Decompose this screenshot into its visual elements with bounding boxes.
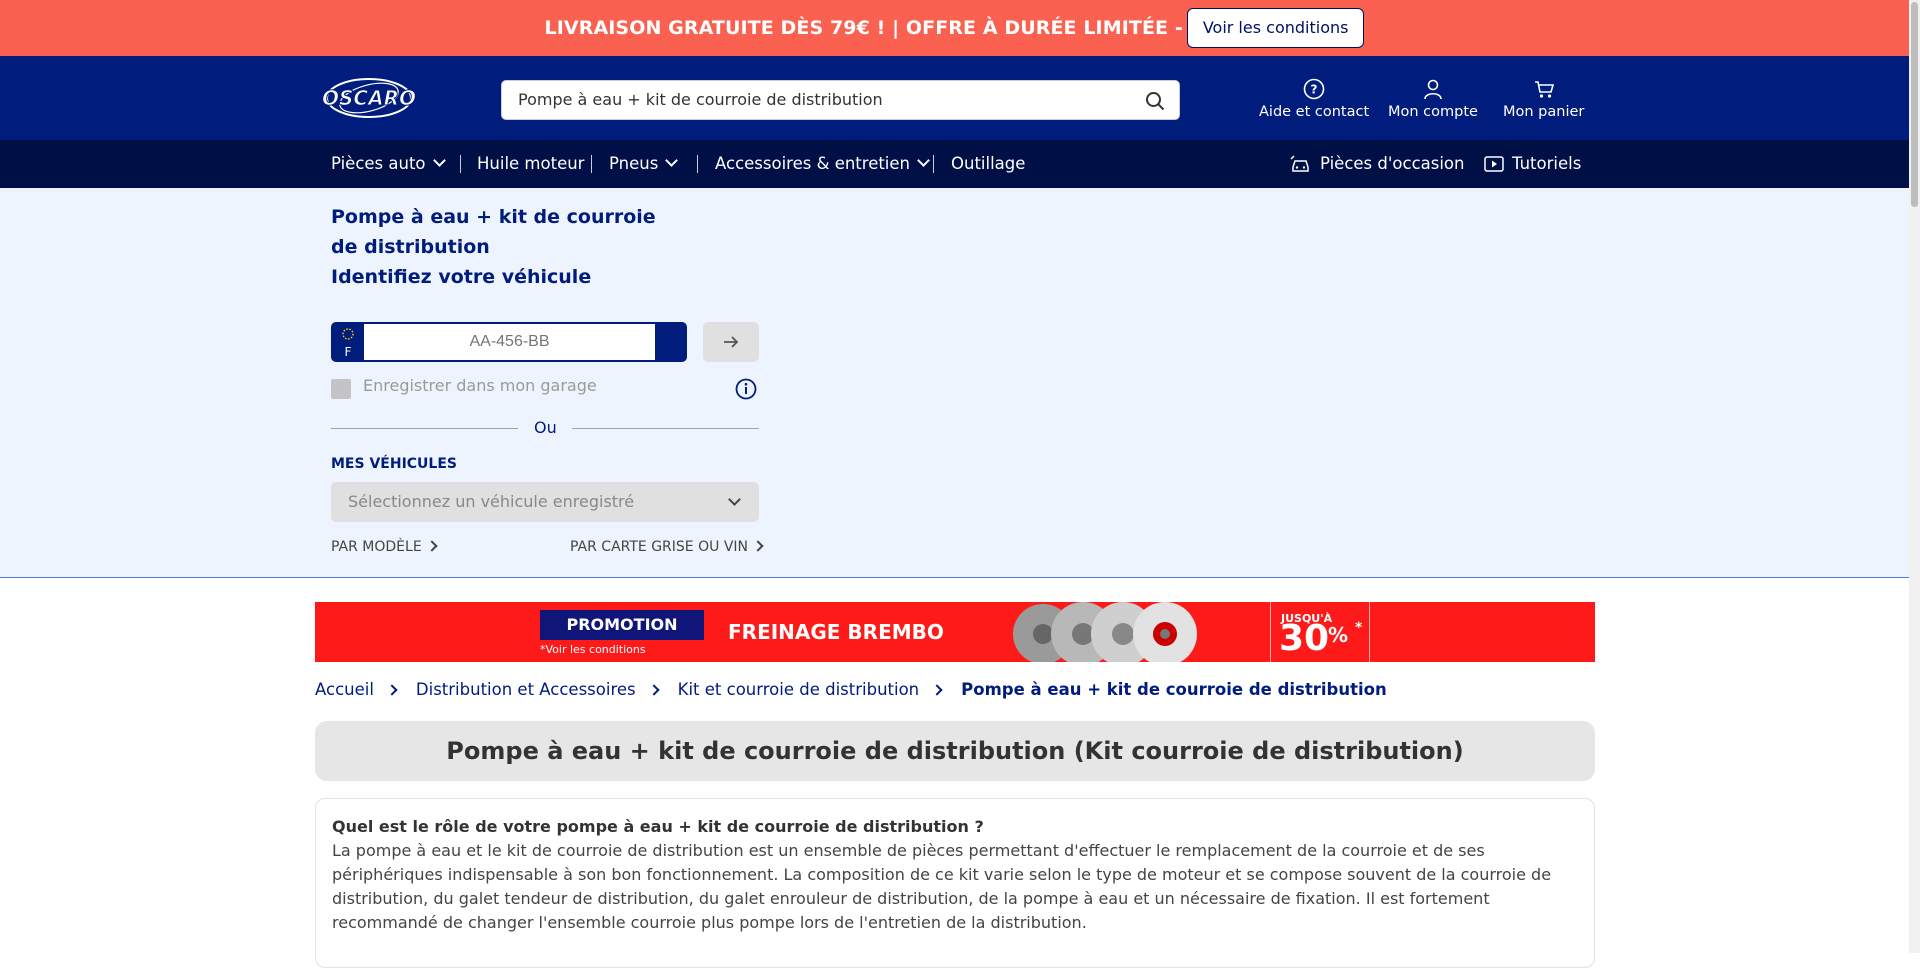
user-icon <box>1424 79 1442 100</box>
chevron-down-icon <box>917 154 930 167</box>
nav-divider <box>460 155 461 173</box>
my-vehicles-label: MES VÉHICULES <box>331 456 457 472</box>
divider-line <box>331 428 518 429</box>
help-circle-icon: ? <box>1303 78 1325 100</box>
car-icon <box>1290 154 1309 172</box>
brake-discs-image <box>1013 602 1197 662</box>
nav-item-pieces-auto[interactable]: Pièces auto <box>331 140 446 188</box>
brembo-promo-banner[interactable]: PROMOTION *Voir les conditions FREINAGE … <box>315 602 1595 662</box>
scrollbar-thumb[interactable] <box>1911 2 1918 207</box>
chevron-down-icon <box>728 493 741 506</box>
search-icon[interactable] <box>1145 91 1165 111</box>
breadcrumb-link[interactable]: Distribution et Accessoires <box>416 680 636 699</box>
chevron-right-icon <box>386 683 398 696</box>
eu-stars-icon <box>342 328 354 340</box>
search-input[interactable] <box>518 81 1138 119</box>
nav-item-label: Outillage <box>951 154 1026 173</box>
see-conditions-button[interactable]: Voir les conditions <box>1186 8 1365 48</box>
search-box[interactable] <box>501 80 1180 120</box>
my-account-link[interactable]: Mon compte <box>1388 78 1478 120</box>
percent-sign: % <box>1328 623 1349 647</box>
plate-input[interactable] <box>364 324 655 360</box>
cart-icon <box>1534 81 1554 98</box>
vehicle-title-line: de distribution <box>331 236 490 258</box>
chevron-down-icon <box>665 154 679 167</box>
nav-item-pneus[interactable]: Pneus <box>609 140 679 188</box>
description-question: Quel est le rôle de votre pompe à eau + … <box>332 817 984 836</box>
discount-star: * <box>1355 620 1363 636</box>
description-answer: La pompe à eau et le kit de courroie de … <box>332 841 1552 932</box>
nav-item-label: Huile moteur <box>477 154 585 173</box>
or-label: Ou <box>534 418 557 437</box>
by-registration-label: PAR CARTE GRISE OU VIN <box>570 539 748 555</box>
my-cart-label: Mon panier <box>1503 104 1585 120</box>
by-model-link[interactable]: PAR MODÈLE <box>331 539 438 555</box>
nav-item-label: Pièces d'occasion <box>1320 154 1465 173</box>
vehicle-title-line: Pompe à eau + kit de courroie <box>331 206 656 228</box>
vehicle-section-title: Pompe à eau + kit de courroie de distrib… <box>331 202 661 292</box>
my-cart-link[interactable]: Mon panier <box>1503 78 1584 120</box>
promotion-badge: PROMOTION <box>540 610 704 640</box>
chevron-right-icon <box>647 683 660 696</box>
info-icon[interactable] <box>735 378 757 400</box>
by-registration-link[interactable]: PAR CARTE GRISE OU VIN <box>570 539 764 555</box>
nav-item-label: Tutoriels <box>1512 154 1582 173</box>
vehicle-title-line: Identifiez votre véhicule <box>331 266 592 288</box>
my-account-label: Mon compte <box>1388 104 1478 120</box>
banner-conditions-note: *Voir les conditions <box>540 643 646 656</box>
discount-box: JUSQU'À 30 % * <box>1270 602 1370 662</box>
chevron-down-icon <box>432 154 446 167</box>
description-box: Quel est le rôle de votre pompe à eau + … <box>315 798 1595 968</box>
promo-bar: LIVRAISON GRATUITE DÈS 79€ ! | OFFRE À D… <box>0 0 1909 56</box>
banner-title: FREINAGE BREMBO <box>728 620 944 644</box>
nav-item-outillage[interactable]: Outillage <box>951 140 1025 188</box>
save-garage-checkbox[interactable] <box>331 379 351 399</box>
discount-percent: 30 <box>1279 618 1330 659</box>
by-model-label: PAR MODÈLE <box>331 539 422 555</box>
page-scrollbar[interactable] <box>1909 0 1920 953</box>
oscaro-logo[interactable]: OSCARO <box>322 75 416 121</box>
nav-item-label: Pièces auto <box>331 154 426 173</box>
arrow-right-icon <box>724 336 739 348</box>
svg-text:?: ? <box>1311 83 1318 97</box>
eu-plate-badge: F <box>333 324 363 360</box>
help-contact-label: Aide et contact <box>1259 104 1370 120</box>
divider-line <box>572 428 759 429</box>
breadcrumb-link[interactable]: Accueil <box>315 680 374 699</box>
site-header: OSCARO ? Aide et contact Mon compte Mon … <box>0 56 1909 140</box>
plate-submit-button[interactable] <box>703 322 759 362</box>
plate-country: F <box>344 345 352 359</box>
save-garage-label: Enregistrer dans mon garage <box>363 376 597 395</box>
license-plate-field[interactable]: F <box>331 322 687 362</box>
play-icon <box>1484 155 1504 172</box>
breadcrumb-current: Pompe à eau + kit de courroie de distrib… <box>961 680 1387 699</box>
svg-text:OSCARO: OSCARO <box>322 86 416 110</box>
saved-vehicle-placeholder: Sélectionnez un véhicule enregistré <box>348 492 635 511</box>
saved-vehicle-select[interactable]: Sélectionnez un véhicule enregistré <box>331 482 759 522</box>
chevron-right-icon <box>752 540 764 552</box>
nav-item-label: Accessoires & entretien <box>715 154 911 173</box>
vehicle-identification-section: Pompe à eau + kit de courroie de distrib… <box>0 188 1909 578</box>
breadcrumb: Accueil Distribution et Accessoires Kit … <box>315 680 1387 699</box>
nav-item-accessoires[interactable]: Accessoires & entretien <box>715 140 930 188</box>
nav-item-tutoriels[interactable]: Tutoriels <box>1484 140 1581 188</box>
nav-divider <box>933 155 934 173</box>
main-nav: Pièces auto Huile moteur Pneus Accessoir… <box>0 140 1909 188</box>
chevron-right-icon <box>426 540 438 552</box>
chevron-right-icon <box>931 683 943 696</box>
nav-divider <box>697 155 698 173</box>
promo-text: LIVRAISON GRATUITE DÈS 79€ ! | OFFRE À D… <box>544 17 1183 39</box>
nav-item-label: Pneus <box>609 154 659 173</box>
help-contact-link[interactable]: ? Aide et contact <box>1259 78 1369 120</box>
nav-divider <box>591 155 592 173</box>
page-title: Pompe à eau + kit de courroie de distrib… <box>315 721 1595 781</box>
breadcrumb-link[interactable]: Kit et courroie de distribution <box>678 680 920 699</box>
nav-item-huile-moteur[interactable]: Huile moteur <box>477 140 584 188</box>
nav-item-pieces-occasion[interactable]: Pièces d'occasion <box>1290 140 1464 188</box>
